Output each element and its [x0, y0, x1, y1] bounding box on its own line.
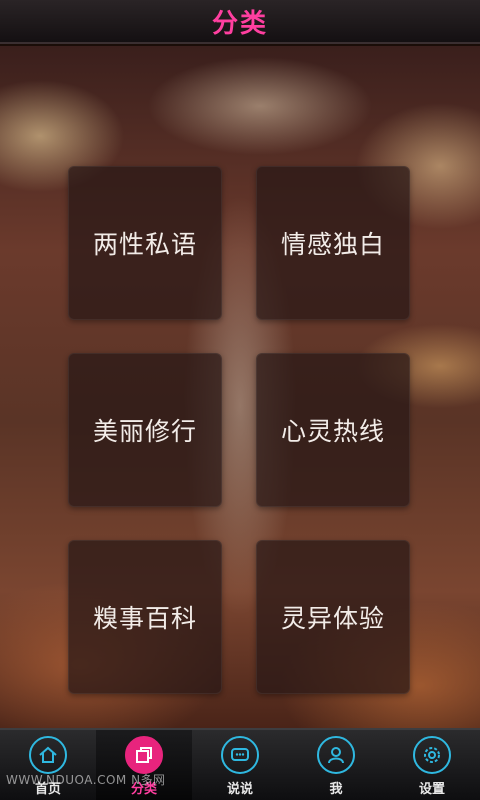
- category-tile-beauty[interactable]: 美丽修行: [68, 353, 222, 507]
- category-label: 心灵热线: [280, 417, 385, 446]
- category-tile-funny[interactable]: 糗事百科: [68, 540, 222, 694]
- settings-icon: [413, 736, 451, 774]
- category-tile-supernatural[interactable]: 灵异体验: [256, 540, 410, 694]
- category-label: 两性私语: [92, 230, 197, 259]
- category-grid: 两性私语 情感独白 美丽修行 心灵热线 糗事百科 灵异体验: [68, 166, 412, 694]
- header-bar: 分类: [0, 0, 480, 44]
- page-title: 分类: [211, 8, 268, 39]
- tab-settings[interactable]: 设置: [384, 730, 480, 800]
- user-icon: [317, 736, 355, 774]
- home-icon: [29, 736, 67, 774]
- watermark-text: WWW.NDUOA.COM N多网: [6, 773, 166, 787]
- category-label: 糗事百科: [92, 604, 197, 633]
- category-icon: [125, 736, 163, 774]
- tab-label: 设置: [418, 782, 445, 797]
- tab-home[interactable]: 首页: [0, 730, 96, 800]
- category-tile-emotion[interactable]: 情感独白: [256, 166, 410, 320]
- bottom-tab-bar: 首页 分类 说说 我 设置: [0, 728, 480, 800]
- tab-label: 说说: [226, 782, 253, 797]
- category-label: 情感独白: [280, 230, 385, 259]
- tab-category[interactable]: 分类: [96, 730, 192, 800]
- chat-icon: [221, 736, 259, 774]
- tab-chat[interactable]: 说说: [192, 730, 288, 800]
- category-tile-two-sexes[interactable]: 两性私语: [68, 166, 222, 320]
- category-label: 灵异体验: [280, 604, 385, 633]
- category-tile-hotline[interactable]: 心灵热线: [256, 353, 410, 507]
- tab-me[interactable]: 我: [288, 730, 384, 800]
- background-image: 两性私语 情感独白 美丽修行 心灵热线 糗事百科 灵异体验: [0, 46, 480, 728]
- tab-label: 我: [329, 782, 343, 797]
- category-label: 美丽修行: [92, 417, 197, 446]
